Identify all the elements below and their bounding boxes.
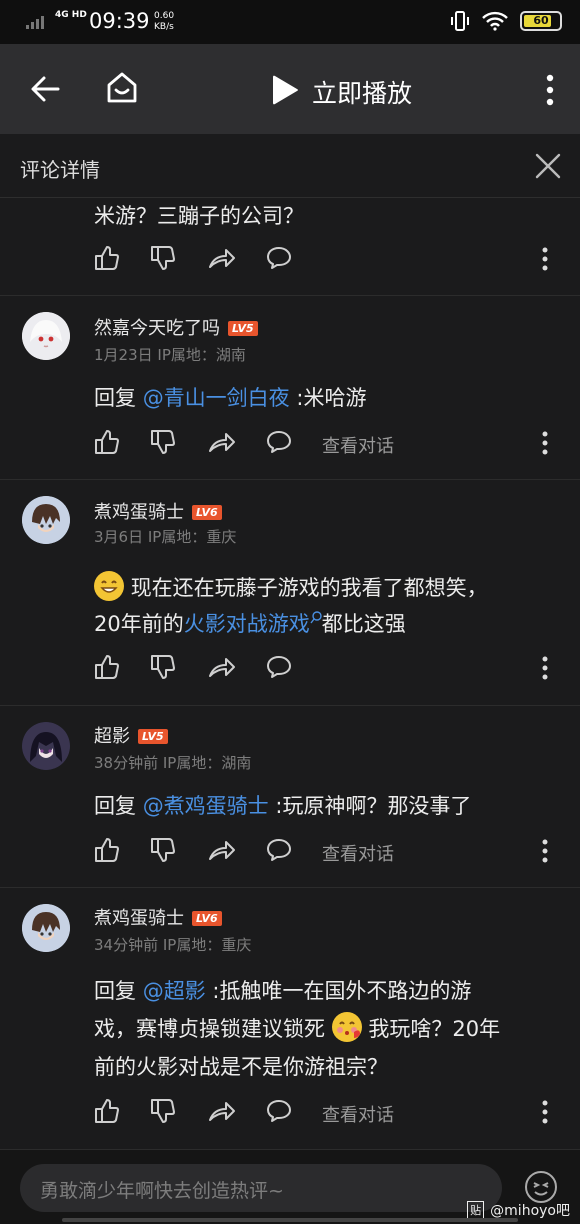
dislike-icon[interactable] (150, 245, 176, 271)
comment-icon[interactable] (266, 429, 292, 455)
avatar[interactable] (22, 904, 70, 952)
reply-item: 煮鸡蛋骑士 LV6 34分钟前 IP属地：重庆 回复 @超影 :抵触唯一在国外不路… (0, 888, 580, 1150)
avatar[interactable] (22, 496, 70, 544)
comment-detail-header: 评论详情 (0, 134, 580, 198)
username[interactable]: 煮鸡蛋骑士 LV6 (94, 498, 222, 524)
close-icon[interactable] (534, 152, 562, 180)
username[interactable]: 然嘉今天吃了吗 LV5 (94, 314, 258, 340)
reply-meta: 34分钟前 IP属地：重庆 (94, 936, 252, 954)
tieba-logo-icon: 贴 (467, 1201, 485, 1219)
mention-link[interactable]: @煮鸡蛋骑士 (143, 794, 269, 818)
bottom-bar: 勇敢滴少年啊快去创造热评~ 贴 @mihoyo吧 (0, 1150, 580, 1224)
dislike-icon[interactable] (150, 429, 176, 455)
reply-item: 超影 LV5 38分钟前 IP属地：湖南 回复 @煮鸡蛋骑士 :玩原神啊？那没事了… (0, 706, 580, 888)
avatar[interactable] (22, 312, 70, 360)
comment-icon[interactable] (266, 837, 292, 863)
vibrate-icon (451, 11, 469, 31)
view-conversation-link[interactable]: 查看对话 (322, 1101, 394, 1127)
share-icon[interactable] (208, 245, 236, 271)
back-icon[interactable] (28, 72, 62, 106)
search-icon (310, 611, 322, 624)
reply-meta: 1月23日 IP属地：湖南 (94, 346, 246, 364)
search-link[interactable]: 火影对战游戏 (184, 612, 310, 636)
play-now-button[interactable]: 立即播放 (312, 74, 412, 110)
kiss-emoji-icon (331, 1012, 362, 1042)
reply-text: 现在还在玩藤子游戏的我看了都想笑， 20年前的火影对战游戏 都比这强 (94, 570, 556, 642)
reply-item: 米游？三蹦子的公司？ (0, 198, 580, 296)
view-conversation-link[interactable]: 查看对话 (322, 840, 394, 866)
play-icon[interactable] (268, 74, 300, 106)
dislike-icon[interactable] (150, 1098, 176, 1124)
share-icon[interactable] (208, 1098, 236, 1124)
wifi-icon (482, 11, 508, 31)
like-icon[interactable] (94, 245, 120, 271)
more-icon[interactable] (542, 839, 548, 863)
comment-icon[interactable] (266, 654, 292, 680)
battery-icon: 60 (520, 11, 562, 31)
more-icon[interactable] (542, 247, 548, 271)
dislike-icon[interactable] (150, 654, 176, 680)
level-badge: LV5 (228, 321, 258, 336)
reply-item: 然嘉今天吃了吗 LV5 1月23日 IP属地：湖南 回复 @青山一剑白夜 :米哈游… (0, 296, 580, 480)
share-icon[interactable] (208, 429, 236, 455)
avatar[interactable] (22, 722, 70, 770)
comment-input-placeholder: 勇敢滴少年啊快去创造热评~ (40, 1180, 284, 1202)
reply-text: 回复 @煮鸡蛋骑士 :玩原神啊？那没事了 (94, 794, 472, 818)
level-badge: LV5 (138, 729, 168, 744)
signal-icon (26, 16, 44, 29)
username[interactable]: 煮鸡蛋骑士 LV6 (94, 904, 222, 930)
more-icon[interactable] (542, 1100, 548, 1124)
mention-link[interactable]: @超影 (143, 979, 206, 1003)
share-icon[interactable] (208, 654, 236, 680)
watermark: 贴 @mihoyo吧 (467, 1200, 570, 1220)
mention-link[interactable]: @青山一剑白夜 (143, 386, 290, 410)
like-icon[interactable] (94, 654, 120, 680)
emoji-icon[interactable] (524, 1170, 558, 1204)
panel-title: 评论详情 (20, 158, 100, 182)
like-icon[interactable] (94, 429, 120, 455)
comment-input[interactable]: 勇敢滴少年啊快去创造热评~ (20, 1164, 502, 1212)
reply-meta: 3月6日 IP属地：重庆 (94, 528, 237, 546)
reply-text: 回复 @青山一剑白夜 :米哈游 (94, 386, 367, 410)
reply-meta: 38分钟前 IP属地：湖南 (94, 754, 252, 772)
share-icon[interactable] (208, 837, 236, 863)
more-icon[interactable] (546, 74, 554, 106)
reply-text: 回复 @超影 :抵触唯一在国外不路边的游 戏，赛博贞操锁建议锁死 我玩啥？20年… (94, 979, 501, 1079)
smile-emoji-icon (94, 571, 124, 601)
level-badge: LV6 (192, 505, 222, 520)
like-icon[interactable] (94, 1098, 120, 1124)
reply-item: 煮鸡蛋骑士 LV6 3月6日 IP属地：重庆 现在还在玩藤子游戏的我看了都想笑， … (0, 480, 580, 706)
view-conversation-link[interactable]: 查看对话 (322, 432, 394, 458)
network-type: 4G HD (55, 10, 87, 20)
more-icon[interactable] (542, 656, 548, 680)
gesture-bar (62, 1218, 518, 1222)
username[interactable]: 超影 LV5 (94, 722, 168, 748)
reply-text: 米游？三蹦子的公司？ (94, 204, 304, 228)
clock: 09:39 (89, 9, 150, 33)
more-icon[interactable] (542, 431, 548, 455)
comment-icon[interactable] (266, 1098, 292, 1124)
top-nav: 立即播放 (0, 44, 580, 134)
level-badge: LV6 (192, 911, 222, 926)
dislike-icon[interactable] (150, 837, 176, 863)
status-bar: 4G HD 09:39 0.60 KB/s 60 (0, 0, 580, 44)
home-icon[interactable] (104, 70, 140, 106)
comment-icon[interactable] (266, 245, 292, 271)
like-icon[interactable] (94, 837, 120, 863)
network-speed: 0.60 KB/s (154, 11, 175, 32)
